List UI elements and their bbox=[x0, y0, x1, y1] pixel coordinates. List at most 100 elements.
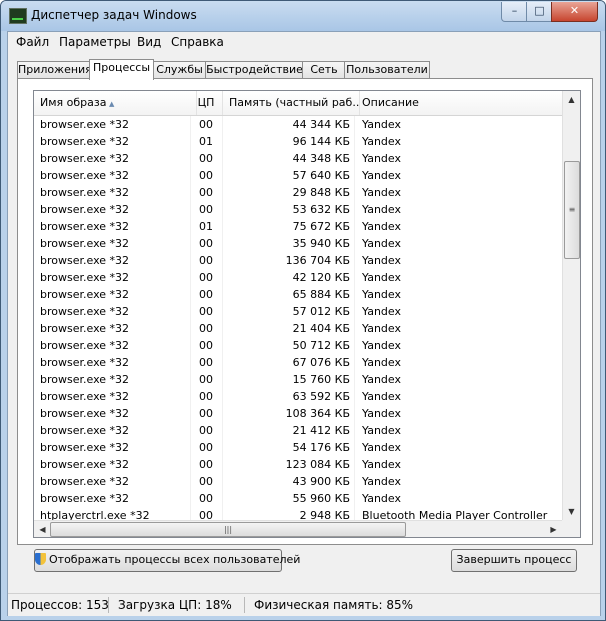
scroll-right-icon[interactable]: ▶ bbox=[545, 521, 562, 537]
cpu-cell: 00 bbox=[199, 118, 213, 131]
table-row[interactable]: browser.exe *32 00 57 012 КБ Yandex bbox=[34, 303, 562, 320]
cpu-cell: 00 bbox=[199, 458, 213, 471]
tab-network[interactable]: Сеть bbox=[302, 61, 346, 79]
memory-cell: 63 592 КБ bbox=[292, 390, 350, 403]
table-row[interactable]: browser.exe *32 00 55 960 КБ Yandex bbox=[34, 490, 562, 507]
table-row[interactable]: browser.exe *32 01 75 672 КБ Yandex bbox=[34, 218, 562, 235]
column-cpu[interactable]: ЦП bbox=[190, 91, 223, 115]
memory-cell: 43 900 КБ bbox=[292, 475, 350, 488]
memory-cell: 21 404 КБ bbox=[292, 322, 350, 335]
description-cell: Yandex bbox=[362, 407, 401, 420]
column-memory[interactable]: Память (частный раб... bbox=[223, 91, 360, 115]
table-row[interactable]: browser.exe *32 00 54 176 КБ Yandex bbox=[34, 439, 562, 456]
vertical-scrollbar[interactable]: ▲ ≡ ▼ bbox=[562, 91, 580, 520]
cpu-cell: 01 bbox=[199, 220, 213, 233]
cpu-cell: 00 bbox=[199, 271, 213, 284]
cpu-cell: 00 bbox=[199, 407, 213, 420]
horizontal-scroll-thumb[interactable]: ||| bbox=[50, 522, 406, 537]
process-name-cell: browser.exe *32 bbox=[40, 305, 130, 318]
cpu-cell: 00 bbox=[199, 441, 213, 454]
memory-cell: 44 344 КБ bbox=[292, 118, 350, 131]
description-cell: Yandex bbox=[362, 424, 401, 437]
tab-processes[interactable]: Процессы bbox=[89, 59, 154, 80]
description-cell: Yandex bbox=[362, 271, 401, 284]
description-cell: Yandex bbox=[362, 220, 401, 233]
description-cell: Yandex bbox=[362, 288, 401, 301]
status-process-count: Процессов: 153 bbox=[11, 598, 109, 612]
process-name-cell: browser.exe *32 bbox=[40, 152, 130, 165]
cpu-cell: 00 bbox=[199, 186, 213, 199]
table-row[interactable]: browser.exe *32 00 15 760 КБ Yandex bbox=[34, 371, 562, 388]
scrollbar-corner bbox=[562, 520, 580, 537]
menu-options[interactable]: Параметры bbox=[59, 35, 131, 49]
column-image-name-label: Имя образа bbox=[40, 96, 107, 109]
process-name-cell: browser.exe *32 bbox=[40, 203, 130, 216]
title-bar[interactable]: Диспетчер задач Windows – □ ✕ bbox=[1, 1, 605, 31]
processes-panel: Имя образа ▲ ЦП Память (частный раб... О… bbox=[17, 78, 593, 545]
tab-users[interactable]: Пользователи bbox=[344, 61, 430, 79]
column-image-name[interactable]: Имя образа ▲ bbox=[34, 91, 197, 115]
cpu-cell: 00 bbox=[199, 424, 213, 437]
process-name-cell: browser.exe *32 bbox=[40, 288, 130, 301]
table-row[interactable]: browser.exe *32 00 21 412 КБ Yandex bbox=[34, 422, 562, 439]
scroll-up-icon[interactable]: ▲ bbox=[563, 91, 580, 108]
table-row[interactable]: browser.exe *32 00 44 344 КБ Yandex bbox=[34, 116, 562, 133]
close-button[interactable]: ✕ bbox=[551, 2, 598, 22]
show-all-users-processes-label: Отображать процессы всех пользователей bbox=[49, 553, 301, 566]
end-process-button[interactable]: Завершить процесс bbox=[451, 549, 577, 572]
menu-help[interactable]: Справка bbox=[171, 35, 224, 49]
cpu-cell: 00 bbox=[199, 475, 213, 488]
table-row[interactable]: browser.exe *32 00 108 364 КБ Yandex bbox=[34, 405, 562, 422]
memory-cell: 35 940 КБ bbox=[292, 237, 350, 250]
scroll-left-icon[interactable]: ◀ bbox=[34, 521, 51, 537]
maximize-button[interactable]: □ bbox=[526, 2, 553, 22]
minimize-button[interactable]: – bbox=[501, 2, 528, 22]
horizontal-scrollbar[interactable]: ◀ ||| ▶ bbox=[34, 520, 562, 537]
table-row[interactable]: browser.exe *32 00 123 084 КБ Yandex bbox=[34, 456, 562, 473]
table-row[interactable]: browser.exe *32 00 53 632 КБ Yandex bbox=[34, 201, 562, 218]
table-row[interactable]: browser.exe *32 00 21 404 КБ Yandex bbox=[34, 320, 562, 337]
memory-cell: 136 704 КБ bbox=[285, 254, 350, 267]
table-row[interactable]: browser.exe *32 00 50 712 КБ Yandex bbox=[34, 337, 562, 354]
cpu-cell: 00 bbox=[199, 373, 213, 386]
table-row[interactable]: browser.exe *32 00 43 900 КБ Yandex bbox=[34, 473, 562, 490]
process-name-cell: browser.exe *32 bbox=[40, 220, 130, 233]
tab-services[interactable]: Службы bbox=[152, 61, 207, 79]
scroll-down-icon[interactable]: ▼ bbox=[563, 503, 580, 520]
menu-file[interactable]: Файл bbox=[16, 35, 49, 49]
table-row[interactable]: browser.exe *32 00 57 640 КБ Yandex bbox=[34, 167, 562, 184]
table-row[interactable]: browser.exe *32 00 67 076 КБ Yandex bbox=[34, 354, 562, 371]
table-row[interactable]: browser.exe *32 00 136 704 КБ Yandex bbox=[34, 252, 562, 269]
table-row[interactable]: browser.exe *32 00 65 884 КБ Yandex bbox=[34, 286, 562, 303]
sort-ascending-icon: ▲ bbox=[109, 100, 115, 108]
cpu-cell: 00 bbox=[199, 237, 213, 250]
cpu-cell: 00 bbox=[199, 339, 213, 352]
tab-performance[interactable]: Быстродействие bbox=[205, 61, 304, 79]
memory-cell: 57 012 КБ bbox=[292, 305, 350, 318]
memory-cell: 65 884 КБ bbox=[292, 288, 350, 301]
cpu-cell: 00 bbox=[199, 390, 213, 403]
window-title: Диспетчер задач Windows bbox=[31, 8, 197, 22]
cpu-cell: 00 bbox=[199, 356, 213, 369]
table-row[interactable]: browser.exe *32 00 44 348 КБ Yandex bbox=[34, 150, 562, 167]
table-row[interactable]: browser.exe *32 00 29 848 КБ Yandex bbox=[34, 184, 562, 201]
menu-view[interactable]: Вид bbox=[137, 35, 161, 49]
table-row[interactable]: browser.exe *32 01 96 144 КБ Yandex bbox=[34, 133, 562, 150]
description-cell: Yandex bbox=[362, 169, 401, 182]
show-all-users-processes-button[interactable]: Отображать процессы всех пользователей bbox=[34, 549, 300, 572]
description-cell: Yandex bbox=[362, 135, 401, 148]
cpu-cell: 00 bbox=[199, 322, 213, 335]
process-list: Имя образа ▲ ЦП Память (частный раб... О… bbox=[33, 90, 581, 538]
description-cell: Yandex bbox=[362, 322, 401, 335]
vertical-scroll-thumb[interactable]: ≡ bbox=[564, 161, 580, 259]
cpu-cell: 00 bbox=[199, 305, 213, 318]
tab-applications[interactable]: Приложения bbox=[17, 61, 92, 79]
table-row[interactable]: browser.exe *32 00 63 592 КБ Yandex bbox=[34, 388, 562, 405]
cpu-cell: 00 bbox=[199, 492, 213, 505]
description-cell: Yandex bbox=[362, 356, 401, 369]
column-description[interactable]: Описание bbox=[354, 91, 570, 115]
status-physical-memory: Физическая память: 85% bbox=[254, 598, 414, 612]
process-name-cell: browser.exe *32 bbox=[40, 186, 130, 199]
table-row[interactable]: browser.exe *32 00 35 940 КБ Yandex bbox=[34, 235, 562, 252]
table-row[interactable]: browser.exe *32 00 42 120 КБ Yandex bbox=[34, 269, 562, 286]
